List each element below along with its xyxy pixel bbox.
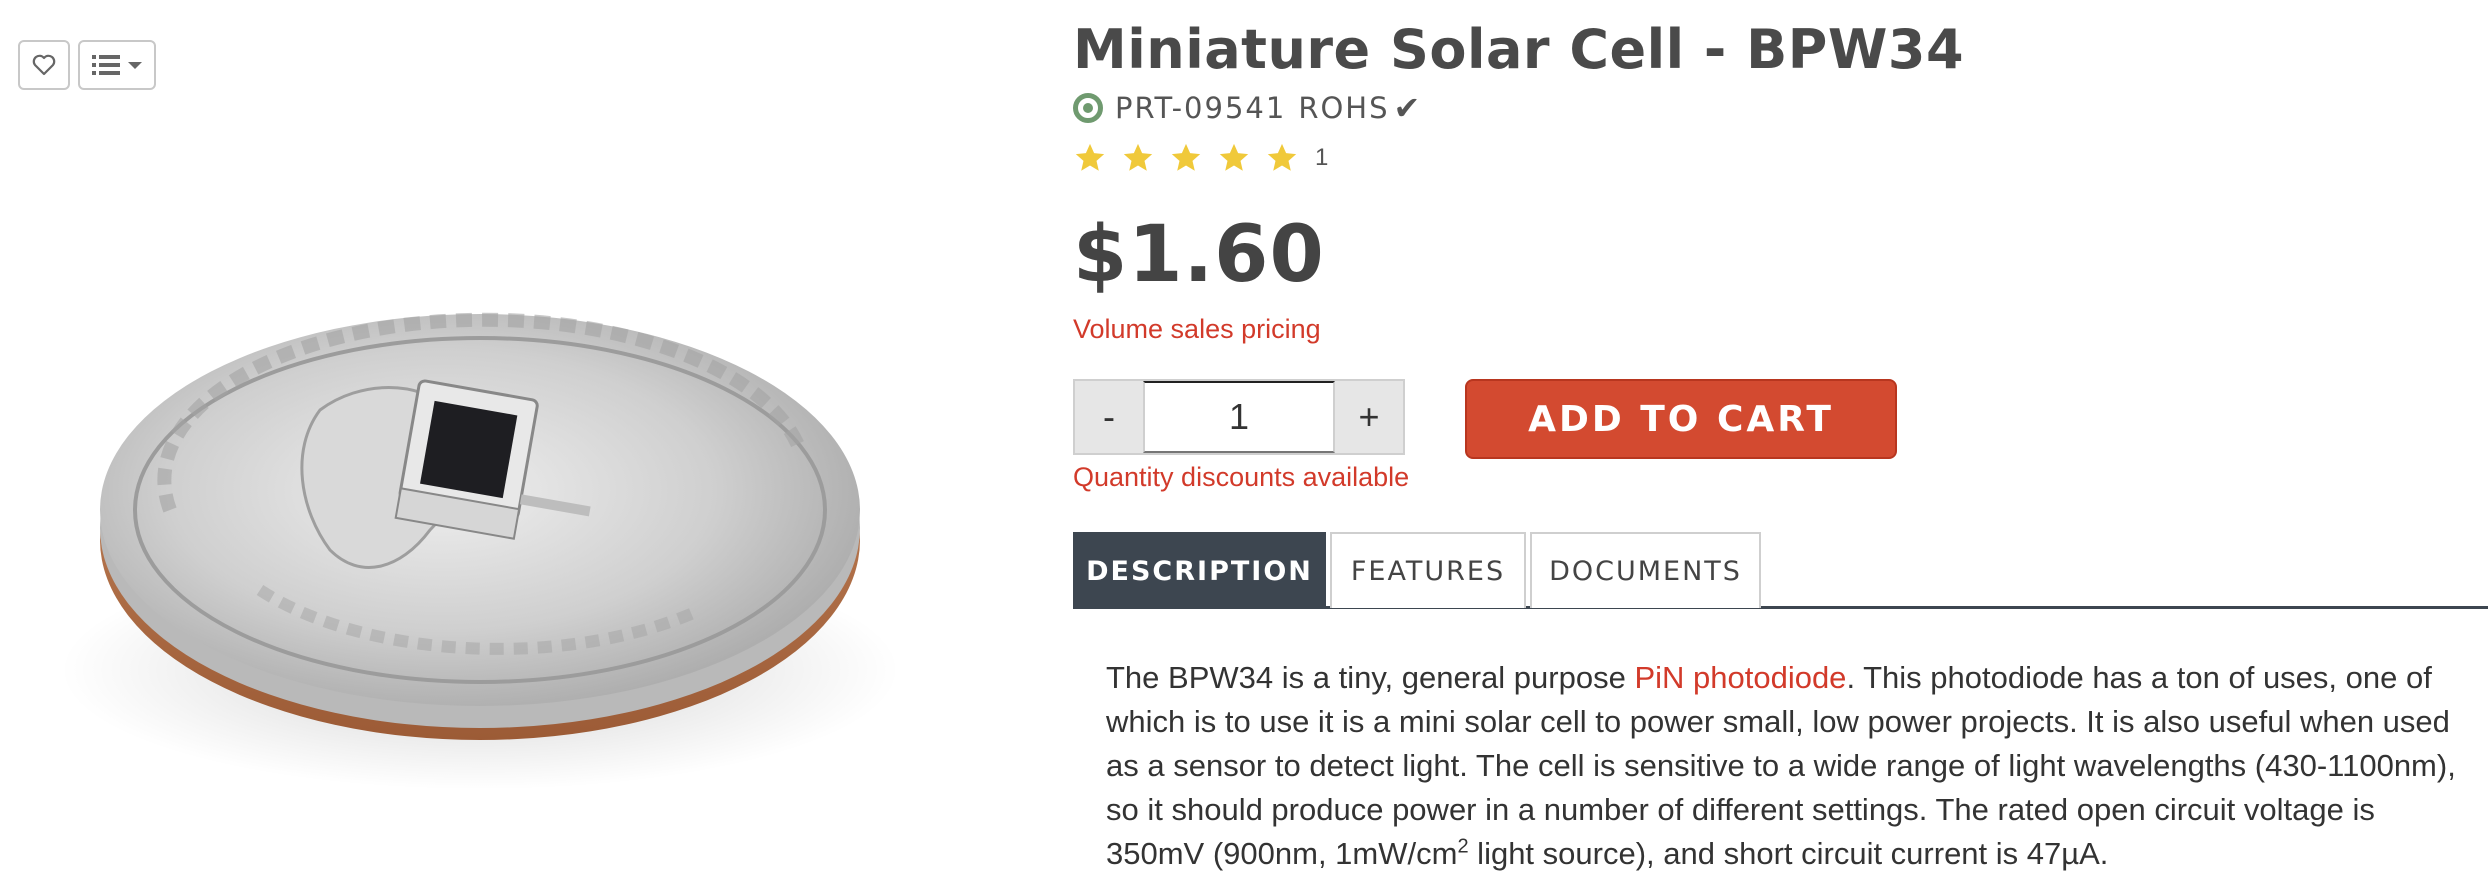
caret-down-icon [128, 60, 142, 70]
description-text: light source), and short circuit current… [1468, 836, 2109, 871]
star-icon [1267, 143, 1297, 171]
rating[interactable]: 1 [1073, 138, 1328, 178]
sku: PRT-09541 [1115, 91, 1287, 125]
tab-documents[interactable]: DOCUMENTS [1530, 532, 1761, 608]
check-icon: ✔ [1393, 90, 1421, 126]
superscript: 2 [1457, 835, 1469, 858]
volume-pricing-link[interactable]: Volume sales pricing [1073, 314, 1321, 345]
rohs-label: ROHS [1298, 91, 1390, 125]
list-icon [92, 54, 120, 76]
add-to-cart-button[interactable]: ADD TO CART [1465, 379, 1897, 459]
heart-icon [32, 54, 56, 76]
tab-description[interactable]: DESCRIPTION [1073, 532, 1326, 608]
star-icon [1075, 143, 1105, 171]
star-icon [1219, 143, 1249, 171]
description-text: The BPW34 is a tiny, general purpose [1106, 660, 1635, 695]
rating-count[interactable]: 1 [1315, 144, 1328, 172]
product-image[interactable] [60, 210, 1020, 830]
add-to-wishlist-button[interactable] [18, 40, 70, 90]
quantity-discounts-link[interactable]: Quantity discounts available [1073, 462, 1409, 493]
tab-features[interactable]: FEATURES [1330, 532, 1526, 608]
add-to-list-button[interactable] [78, 40, 156, 90]
price: $1.60 [1073, 210, 1325, 300]
in-stock-icon [1073, 93, 1103, 123]
decrease-quantity-button[interactable]: - [1075, 381, 1143, 453]
quantity-stepper: - + [1073, 379, 1405, 455]
product-description: The BPW34 is a tiny, general purpose PiN… [1106, 656, 2476, 876]
pin-photodiode-link[interactable]: PiN photodiode [1634, 660, 1846, 695]
quantity-input[interactable] [1143, 381, 1335, 453]
star-icon [1123, 143, 1153, 171]
sku-row: PRT-09541 ROHS ✔ [1073, 88, 1420, 128]
increase-quantity-button[interactable]: + [1335, 381, 1403, 453]
product-title: Miniature Solar Cell - BPW34 [1073, 18, 1965, 81]
star-icon [1171, 143, 1201, 171]
